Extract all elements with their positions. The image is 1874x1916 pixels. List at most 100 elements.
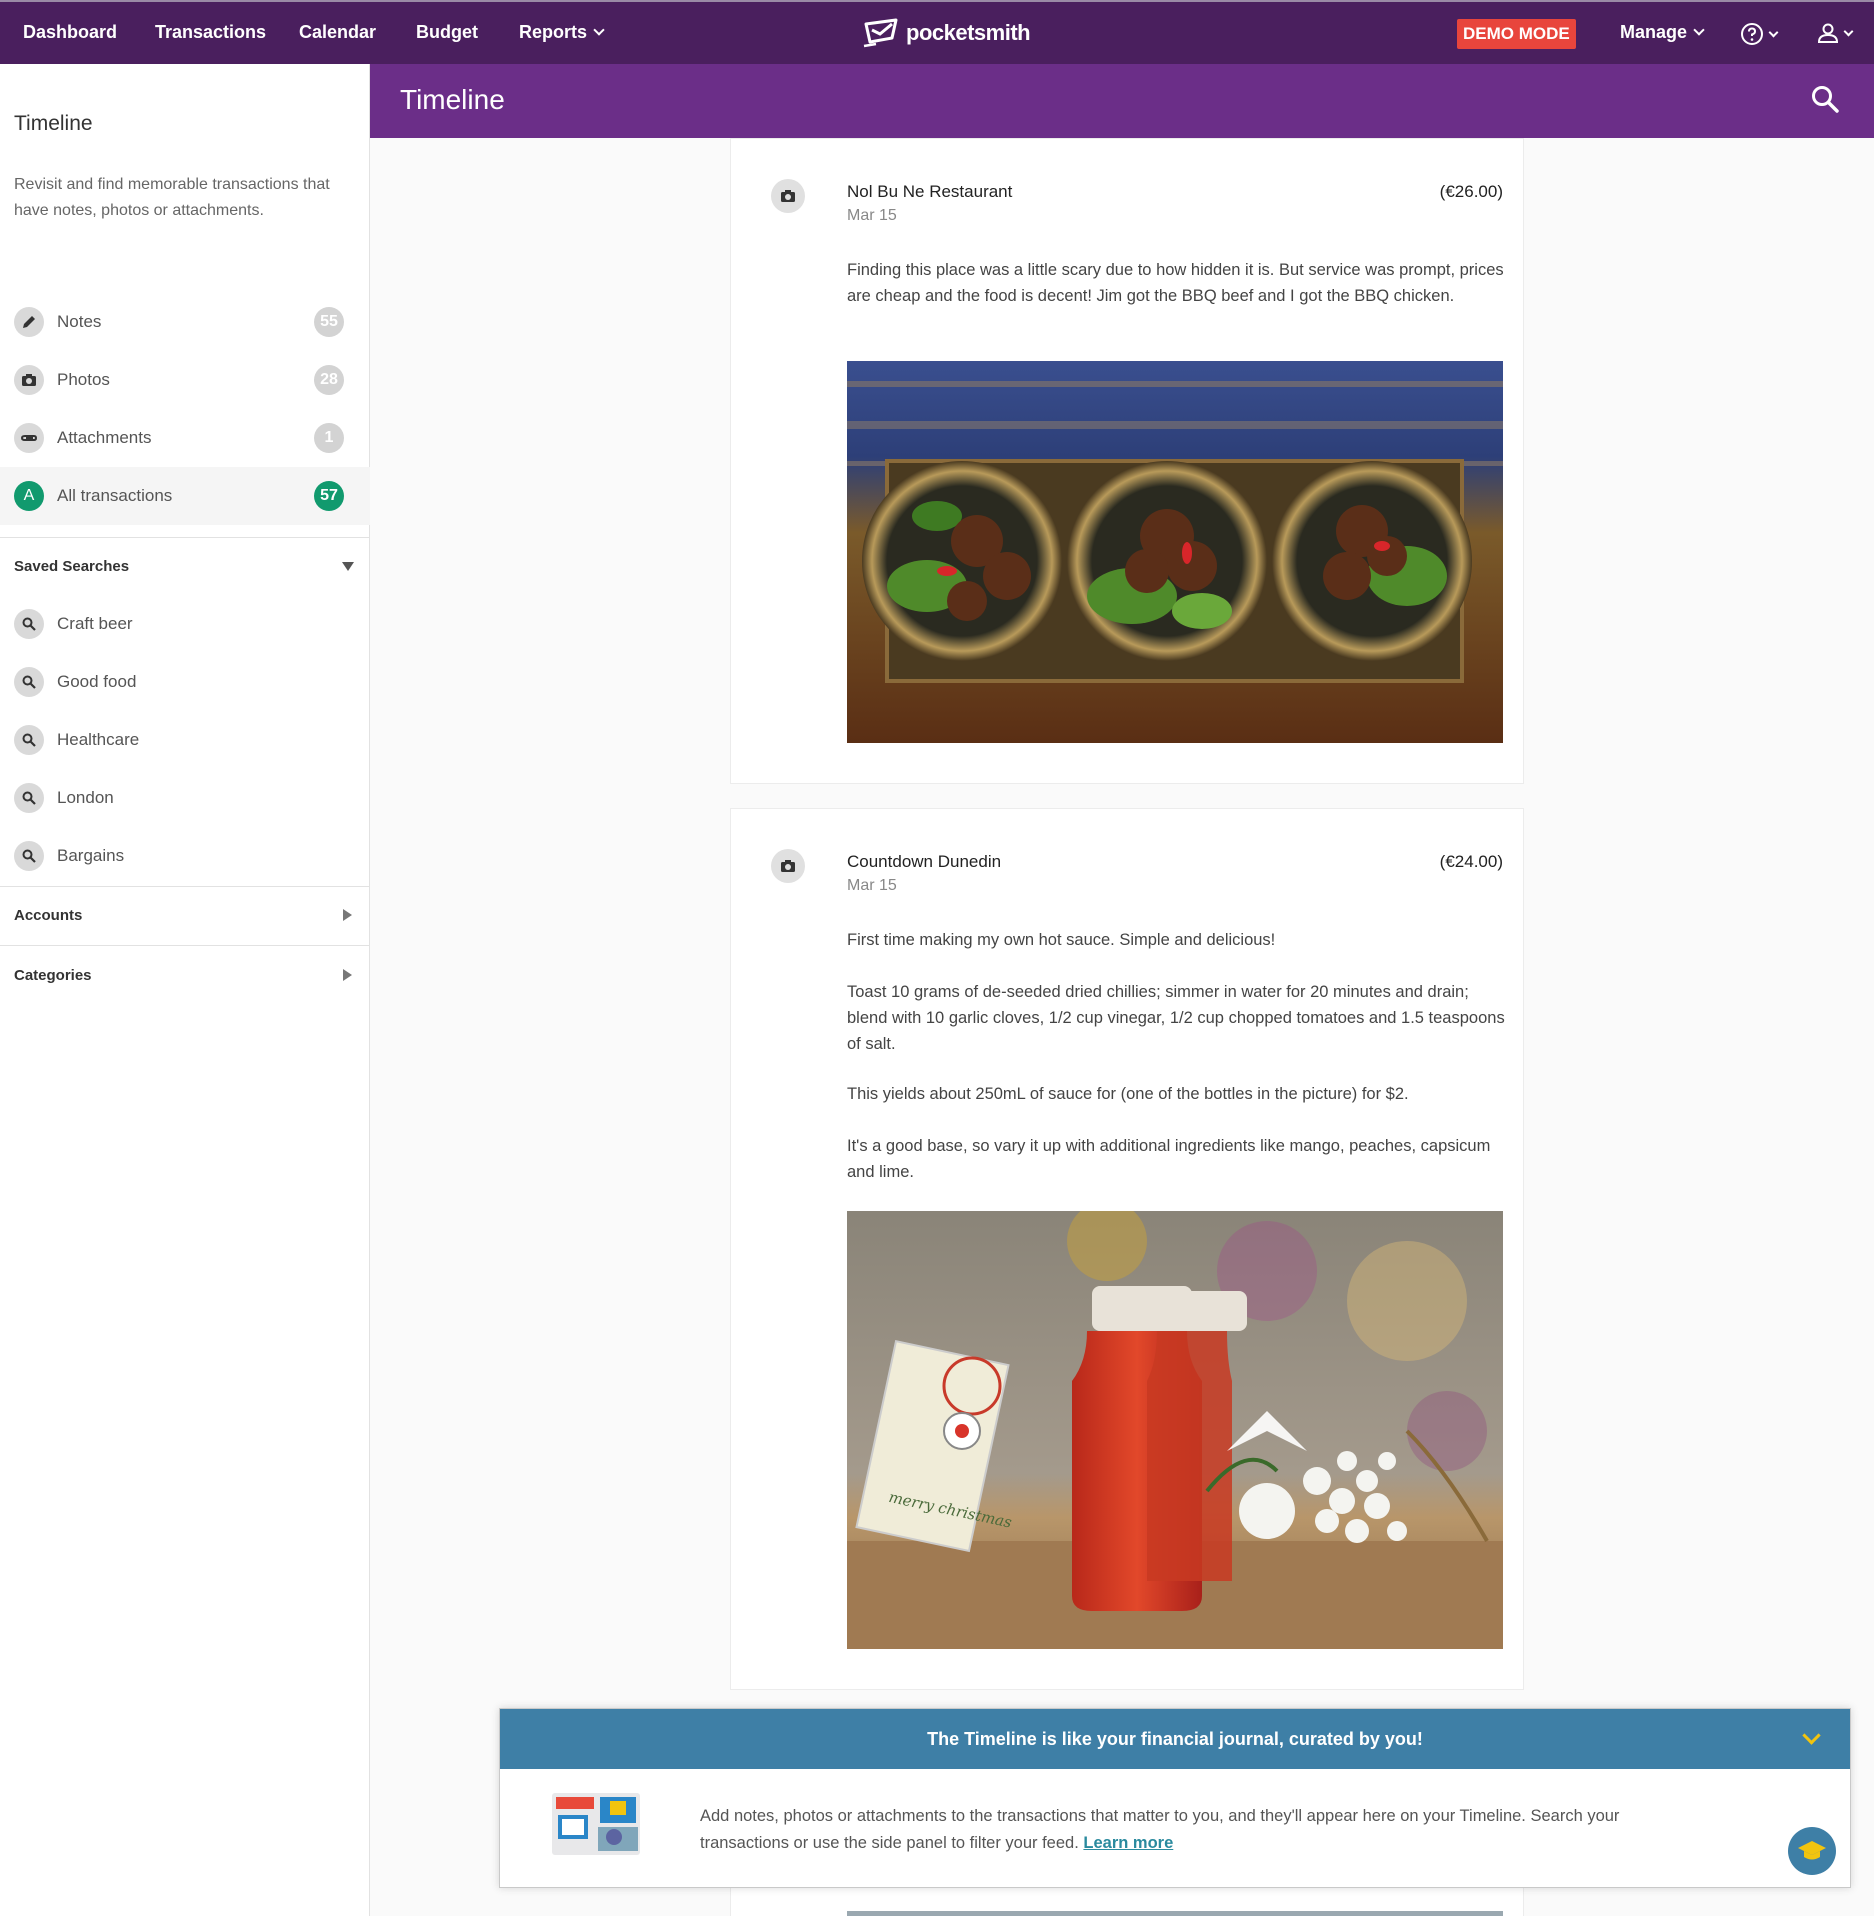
- sidebar-title: Timeline: [14, 112, 93, 135]
- nav-dashboard-label: Dashboard: [23, 22, 118, 42]
- search-icon: [14, 609, 44, 639]
- pencil-icon: [14, 307, 44, 337]
- paperclip-icon: [14, 423, 44, 453]
- filter-count: 1: [314, 423, 344, 453]
- page-title: Timeline: [400, 84, 505, 115]
- nav-calendar[interactable]: Calendar: [299, 22, 376, 43]
- saved-search-label: Healthcare: [57, 730, 140, 749]
- accounts-toggle[interactable]: Accounts: [14, 907, 354, 924]
- categories-label: Categories: [14, 967, 92, 984]
- pocketsmith-logo[interactable]: pocketsmith: [862, 18, 1031, 48]
- caret-down-icon: [342, 562, 354, 571]
- search-icon: [1812, 86, 1839, 113]
- saved-search-item[interactable]: Good food: [0, 653, 370, 711]
- chevron-down-icon: [1693, 24, 1705, 36]
- nav-transactions[interactable]: Transactions: [155, 22, 266, 43]
- transaction-date: Mar 15: [847, 207, 897, 224]
- search-icon: [14, 725, 44, 755]
- saved-search-item[interactable]: Healthcare: [0, 711, 370, 769]
- filter-label: Attachments: [57, 428, 152, 447]
- transaction-amount: (€24.00): [1439, 852, 1503, 871]
- hot-sauce-photo-image: merry christmas: [847, 1211, 1503, 1649]
- transaction-photo[interactable]: [847, 361, 1503, 743]
- camera-icon: [771, 179, 805, 213]
- nav-dashboard[interactable]: Dashboard: [23, 22, 117, 43]
- timeline-card[interactable]: Countdown Dunedin (€24.00) Mar 15 First …: [730, 808, 1524, 1690]
- transaction-note: Finding this place was a little scary du…: [847, 261, 1504, 305]
- filter-label: Photos: [57, 370, 110, 389]
- manage-menu[interactable]: Manage: [1620, 22, 1705, 43]
- collapse-chevron-icon[interactable]: [1802, 1726, 1821, 1745]
- sidebar-description: Revisit and find memorable transactions …: [14, 176, 330, 219]
- timeline-card[interactable]: Nol Bu Ne Restaurant (€26.00) Mar 15 Fin…: [730, 138, 1524, 784]
- graduation-cap-icon: [1798, 1841, 1826, 1860]
- tip-header[interactable]: The Timeline is like your financial jour…: [500, 1709, 1850, 1769]
- search-button[interactable]: [1810, 84, 1840, 119]
- learning-center-button[interactable]: [1788, 1827, 1836, 1875]
- chevron-down-icon: [593, 24, 605, 36]
- filter-photos[interactable]: Photos 28: [0, 351, 370, 409]
- learn-more-link[interactable]: Learn more: [1083, 1834, 1173, 1852]
- caret-right-icon: [343, 909, 352, 921]
- filter-count: 28: [314, 365, 344, 395]
- nav-budget-label: Budget: [416, 22, 478, 42]
- next-card-photo-peek: [847, 1911, 1503, 1916]
- user-icon: [1817, 23, 1839, 43]
- nav-budget[interactable]: Budget: [416, 22, 478, 43]
- divider: [0, 886, 370, 887]
- transaction-amount: (€26.00): [1439, 182, 1503, 201]
- transaction-photo[interactable]: merry christmas: [847, 1211, 1503, 1649]
- accounts-label: Accounts: [14, 907, 83, 924]
- search-icon: [14, 667, 44, 697]
- divider: [0, 945, 370, 946]
- top-nav: Dashboard Transactions Calendar Budget R…: [0, 0, 1874, 64]
- nav-transactions-label: Transactions: [155, 22, 267, 42]
- camera-icon: [14, 365, 44, 395]
- sidebar: Timeline Revisit and find memorable tran…: [0, 64, 370, 1916]
- user-menu[interactable]: [1817, 22, 1854, 44]
- saved-search-item[interactable]: Bargains: [0, 827, 370, 885]
- saved-search-label: London: [57, 788, 114, 807]
- saved-search-label: Good food: [57, 672, 137, 691]
- chevron-down-icon: [1768, 27, 1779, 37]
- note-paragraph: It's a good base, so vary it up with add…: [847, 1137, 1491, 1181]
- all-transactions-icon: A: [14, 481, 44, 511]
- divider: [0, 537, 370, 538]
- demo-mode-badge: DEMO MODE: [1457, 19, 1576, 49]
- filter-all-transactions[interactable]: A All transactions 57: [0, 467, 370, 525]
- help-menu[interactable]: [1740, 22, 1779, 46]
- merchant-name: Countdown Dunedin: [847, 852, 1002, 871]
- tip-title: The Timeline is like your financial jour…: [927, 1728, 1423, 1749]
- saved-search-label: Craft beer: [57, 614, 133, 633]
- nav-reports-label: Reports: [519, 22, 588, 42]
- saved-searches-toggle[interactable]: Saved Searches: [14, 558, 354, 575]
- logo-icon: [863, 18, 898, 48]
- tip-body: Add notes, photos or attachments to the …: [700, 1803, 1680, 1857]
- note-paragraph: This yields about 250mL of sauce for (on…: [847, 1085, 1409, 1103]
- nav-reports[interactable]: Reports: [519, 22, 605, 43]
- note-paragraph: First time making my own hot sauce. Simp…: [847, 931, 1276, 949]
- filter-label: Notes: [57, 312, 102, 331]
- saved-search-item[interactable]: Craft beer: [0, 595, 370, 653]
- caret-right-icon: [343, 969, 352, 981]
- food-photo-image: [847, 361, 1503, 743]
- nav-calendar-label: Calendar: [299, 22, 377, 42]
- filter-notes[interactable]: Notes 55: [0, 293, 370, 351]
- search-icon: [14, 841, 44, 871]
- timeline-illustration-icon: [552, 1791, 642, 1860]
- manage-label: Manage: [1620, 22, 1688, 42]
- categories-toggle[interactable]: Categories: [14, 967, 354, 984]
- filter-count: 57: [314, 481, 344, 511]
- filter-label: All transactions: [57, 486, 173, 505]
- help-icon: [1741, 23, 1763, 45]
- filter-attachments[interactable]: Attachments 1: [0, 409, 370, 467]
- saved-search-item[interactable]: London: [0, 769, 370, 827]
- note-paragraph: Toast 10 grams of de-seeded dried chilli…: [847, 983, 1505, 1053]
- camera-icon: [771, 849, 805, 883]
- search-icon: [14, 783, 44, 813]
- saved-search-label: Bargains: [57, 846, 125, 865]
- transaction-date: Mar 15: [847, 877, 897, 894]
- onboarding-tip-panel: The Timeline is like your financial jour…: [499, 1708, 1851, 1888]
- saved-searches-label: Saved Searches: [14, 558, 130, 575]
- logo-text: pocketsmith: [906, 20, 1031, 45]
